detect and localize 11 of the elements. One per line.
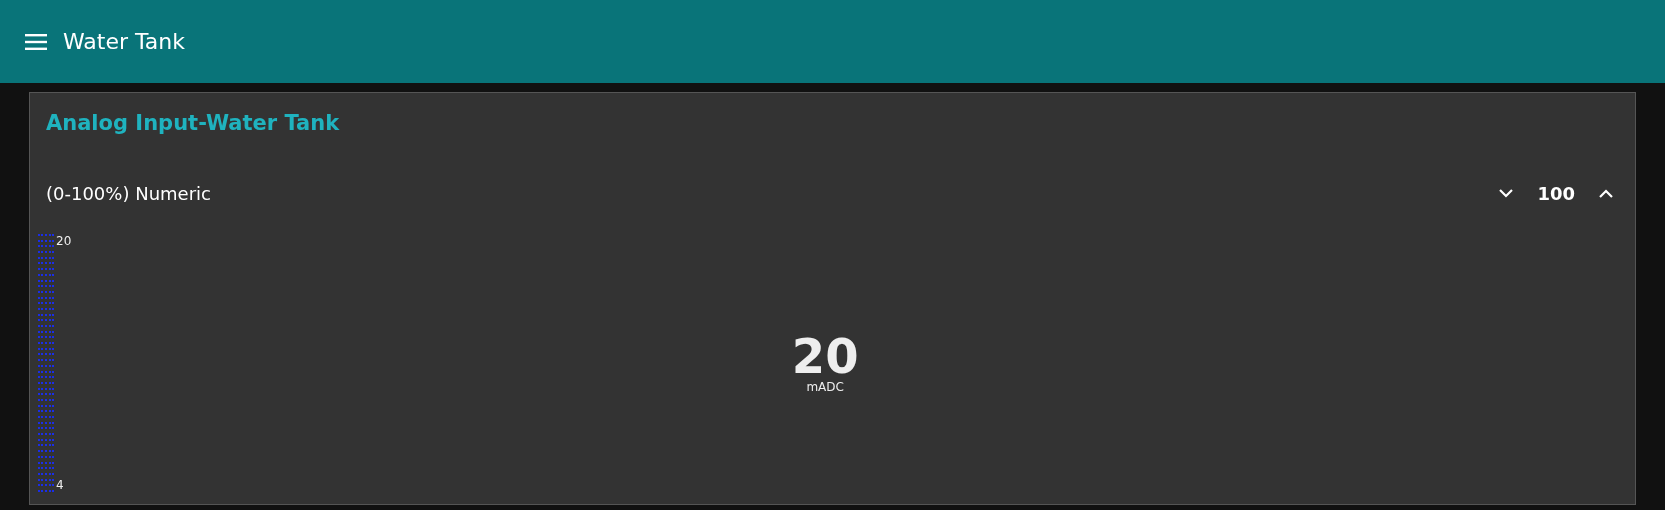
gauge-value: 20 bbox=[791, 332, 859, 380]
page-title: Water Tank bbox=[63, 29, 185, 54]
menu-icon[interactable] bbox=[25, 33, 47, 50]
numeric-label: (0-100%) Numeric bbox=[46, 183, 211, 204]
scale-max: 20 bbox=[56, 234, 72, 248]
gauge-unit: mADC bbox=[806, 380, 844, 394]
chevron-down-icon bbox=[1499, 189, 1514, 198]
chevron-up-icon bbox=[1599, 189, 1613, 198]
card-title: Analog Input-Water Tank bbox=[45, 111, 341, 135]
scale-min: 4 bbox=[56, 478, 65, 492]
numeric-value: 100 bbox=[1537, 183, 1575, 204]
